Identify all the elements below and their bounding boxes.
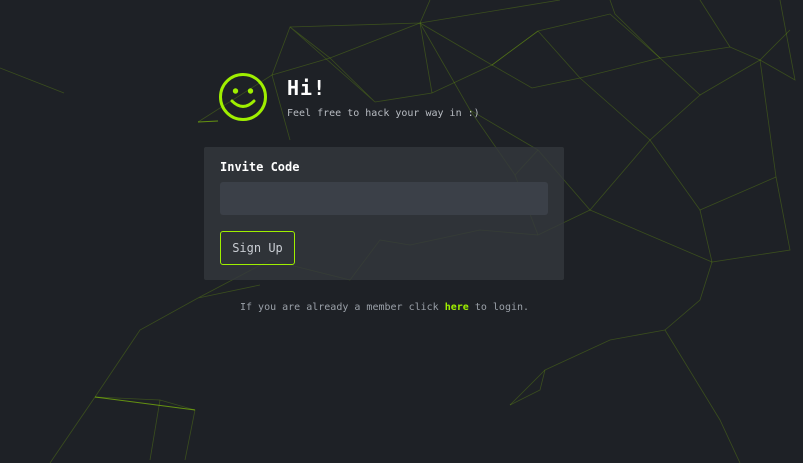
greeting-header: Hi! Feel free to hack your way in :) — [218, 72, 480, 122]
greeting-subtitle: Feel free to hack your way in :) — [287, 108, 480, 119]
smiley-face-icon — [219, 73, 267, 121]
greeting-text-block: Hi! Feel free to hack your way in :) — [287, 72, 480, 119]
login-prompt: If you are already a member click here t… — [240, 302, 529, 313]
greeting-title: Hi! — [287, 76, 327, 100]
invite-code-label: Invite Code — [220, 160, 300, 174]
login-prompt-suffix: to login. — [474, 302, 530, 313]
invite-code-input[interactable] — [220, 182, 548, 215]
login-link[interactable]: here — [445, 302, 469, 313]
login-prompt-prefix: If you are already a member click — [240, 302, 439, 313]
invite-code-card: Invite Code Sign Up — [204, 147, 564, 280]
sign-up-button[interactable]: Sign Up — [220, 231, 295, 265]
